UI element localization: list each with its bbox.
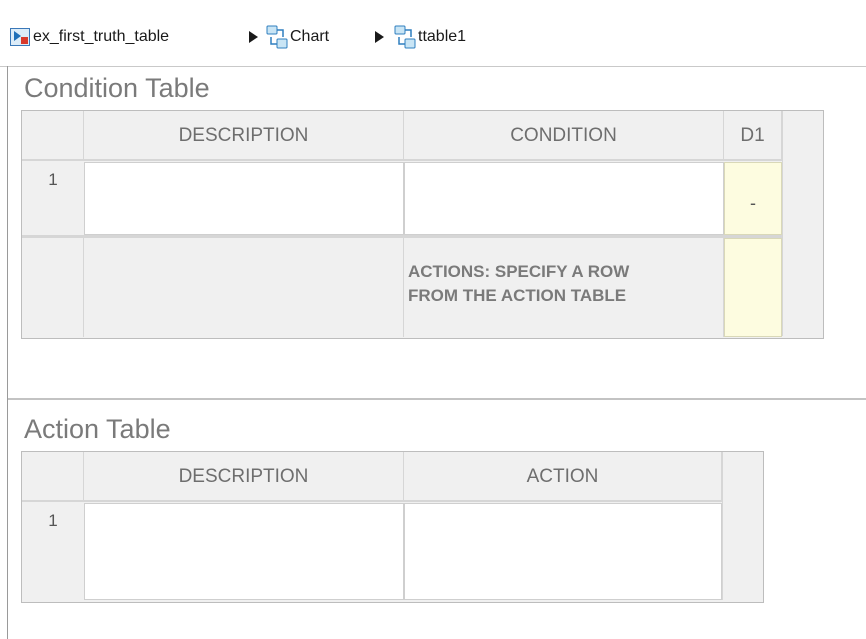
header-divider bbox=[22, 500, 722, 502]
condition-table-corner bbox=[22, 111, 84, 160]
column-header-condition[interactable]: CONDITION bbox=[404, 111, 724, 160]
breadcrumb-item-chart[interactable]: Chart bbox=[290, 26, 329, 48]
model-icon[interactable] bbox=[10, 28, 30, 46]
action-table: DESCRIPTION ACTION 1 bbox=[21, 451, 764, 603]
condition-table: DESCRIPTION CONDITION D1 1 - ACTIONS: SP… bbox=[21, 110, 824, 339]
decision-cell-d1[interactable]: - bbox=[724, 162, 782, 235]
condition-table-gutter bbox=[782, 111, 821, 336]
breadcrumb-item-ttable[interactable]: ttable1 bbox=[418, 26, 466, 48]
chart-icon[interactable] bbox=[266, 25, 288, 49]
breadcrumb-separator-icon bbox=[249, 31, 258, 43]
breadcrumb-item-model[interactable]: ex_first_truth_table bbox=[33, 26, 169, 48]
actions-row-label: ACTIONS: SPECIFY A ROW FROM THE ACTION T… bbox=[404, 238, 724, 337]
editor-left-border bbox=[7, 66, 8, 639]
action-table-corner bbox=[22, 452, 84, 501]
actions-label-line2: FROM THE ACTION TABLE bbox=[408, 286, 627, 305]
action-table-gutter bbox=[722, 452, 761, 600]
actions-label-line1: ACTIONS: SPECIFY A ROW bbox=[408, 262, 630, 281]
column-header-d1[interactable]: D1 bbox=[724, 111, 782, 160]
action-table-title: Action Table bbox=[24, 414, 171, 444]
action-cell[interactable] bbox=[404, 503, 722, 600]
condition-cell[interactable] bbox=[404, 162, 724, 235]
condition-table-title: Condition Table bbox=[24, 73, 210, 103]
column-header-action[interactable]: ACTION bbox=[404, 452, 722, 501]
condition-description-cell[interactable] bbox=[84, 162, 404, 235]
chart-icon[interactable] bbox=[394, 25, 416, 49]
column-header-description[interactable]: DESCRIPTION bbox=[84, 452, 404, 501]
breadcrumb: ex_first_truth_table Chart ttable1 bbox=[0, 0, 866, 67]
action-row-cell-d1[interactable] bbox=[724, 238, 782, 337]
row-number[interactable]: 1 bbox=[22, 503, 84, 600]
actions-row-description bbox=[84, 238, 404, 337]
header-divider bbox=[22, 159, 782, 161]
actions-row-header bbox=[22, 238, 84, 337]
row-number[interactable]: 1 bbox=[22, 162, 84, 235]
section-divider bbox=[8, 398, 866, 400]
column-header-description[interactable]: DESCRIPTION bbox=[84, 111, 404, 160]
breadcrumb-separator-icon bbox=[375, 31, 384, 43]
action-description-cell[interactable] bbox=[84, 503, 404, 600]
